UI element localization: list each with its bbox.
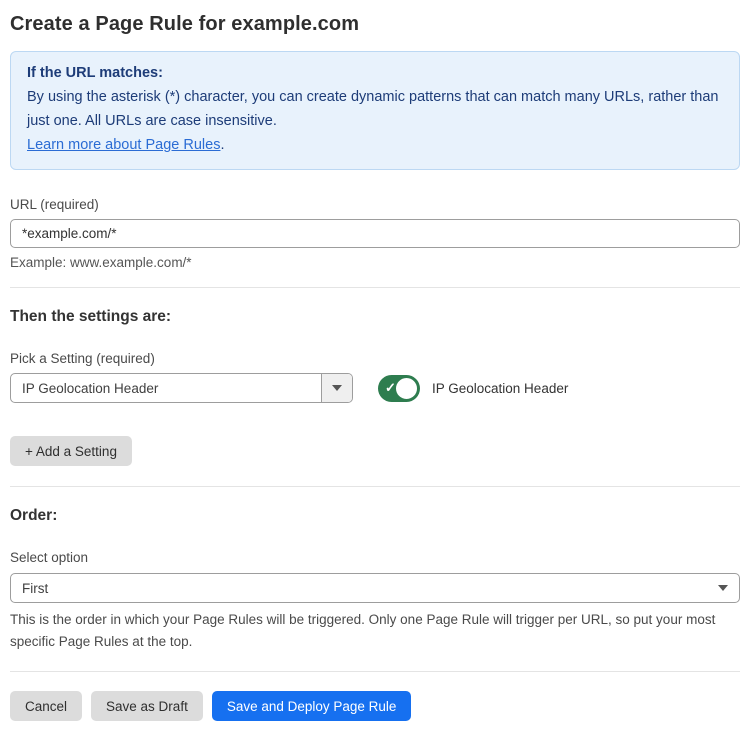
page-title: Create a Page Rule for example.com	[10, 13, 740, 36]
toggle-label: IP Geolocation Header	[432, 381, 568, 396]
setting-select-value: IP Geolocation Header	[11, 374, 321, 402]
learn-more-link[interactable]: Learn more about Page Rules	[27, 137, 220, 153]
divider	[10, 486, 740, 487]
add-setting-button[interactable]: + Add a Setting	[10, 436, 132, 466]
pick-setting-label: Pick a Setting (required)	[10, 351, 740, 366]
settings-section-heading: Then the settings are:	[10, 308, 740, 326]
order-section-heading: Order:	[10, 507, 740, 525]
info-box-heading: If the URL matches:	[27, 61, 723, 85]
order-select[interactable]: First	[10, 573, 740, 603]
create-page-rule-form: Create a Page Rule for example.com If th…	[0, 13, 750, 741]
divider	[10, 287, 740, 288]
order-select-value: First	[22, 581, 718, 596]
setting-select[interactable]: IP Geolocation Header	[10, 373, 353, 403]
url-match-info-box: If the URL matches: By using the asteris…	[10, 51, 740, 170]
info-box-body: By using the asterisk (*) character, you…	[27, 85, 723, 133]
link-suffix: .	[220, 137, 224, 153]
url-input[interactable]	[10, 219, 740, 248]
order-select-label: Select option	[10, 550, 740, 565]
setting-row: IP Geolocation Header ✓ IP Geolocation H…	[10, 373, 740, 403]
url-field-label: URL (required)	[10, 197, 740, 212]
order-helper-text: This is the order in which your Page Rul…	[10, 609, 740, 653]
setting-select-arrow-button[interactable]	[321, 374, 352, 402]
ip-geolocation-toggle[interactable]: ✓	[378, 375, 420, 402]
save-as-draft-button[interactable]: Save as Draft	[91, 691, 203, 721]
chevron-down-icon	[332, 385, 342, 391]
cancel-button[interactable]: Cancel	[10, 691, 82, 721]
url-example-helper: Example: www.example.com/*	[10, 255, 740, 270]
footer-actions: Cancel Save as Draft Save and Deploy Pag…	[10, 691, 740, 721]
toggle-knob	[394, 376, 419, 401]
save-and-deploy-button[interactable]: Save and Deploy Page Rule	[212, 691, 412, 721]
chevron-down-icon	[718, 585, 728, 591]
info-box-link-line: Learn more about Page Rules.	[27, 133, 723, 157]
divider	[10, 671, 740, 672]
